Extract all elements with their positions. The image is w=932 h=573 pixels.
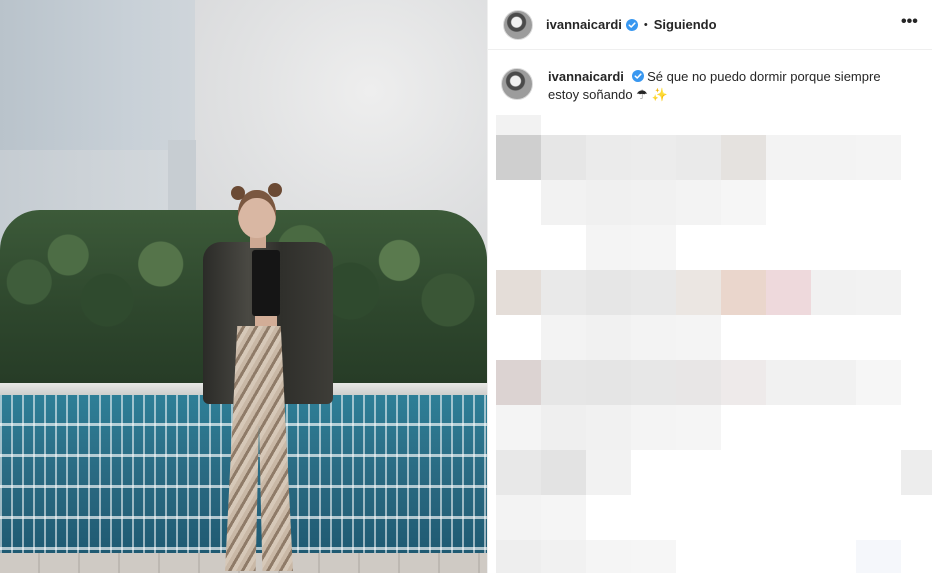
pixelated-block xyxy=(811,135,856,180)
pixelated-block xyxy=(811,360,856,405)
pixelated-block xyxy=(721,180,766,225)
pixelated-block xyxy=(541,360,586,405)
pixelated-block xyxy=(541,540,586,573)
pixelated-block xyxy=(541,405,586,450)
pixelated-block xyxy=(541,495,586,540)
pixelated-block xyxy=(901,450,932,495)
pixelated-block xyxy=(631,135,676,180)
pixelated-block xyxy=(496,540,541,573)
pixelated-block xyxy=(496,270,541,315)
pixelated-block xyxy=(586,135,631,180)
pixelated-block xyxy=(541,135,586,180)
pixelated-block xyxy=(856,540,901,573)
pixelated-block xyxy=(766,360,811,405)
pixelated-block xyxy=(721,270,766,315)
pixelated-block xyxy=(766,135,811,180)
person-figure xyxy=(195,180,340,573)
pixelated-block xyxy=(496,450,541,495)
pixelated-block xyxy=(586,450,631,495)
pixelated-block xyxy=(541,450,586,495)
author-avatar[interactable] xyxy=(503,9,533,40)
post-side-panel: ivannaicardi • Siguiendo ••• ivannaicard… xyxy=(487,0,932,573)
pixelated-block xyxy=(631,405,676,450)
hair-bun-right xyxy=(268,183,282,197)
caption-avatar[interactable] xyxy=(501,68,533,100)
pixelated-block xyxy=(631,315,676,360)
caption-body: ivannaicardi Sé que no puedo dormir porq… xyxy=(548,68,908,104)
pixelated-block xyxy=(586,225,631,270)
pixelated-block xyxy=(676,270,721,315)
pixelated-block xyxy=(541,270,586,315)
pixelated-block xyxy=(496,405,541,450)
pixelated-block xyxy=(721,135,766,180)
pixelated-block xyxy=(676,135,721,180)
pixelated-block xyxy=(856,135,901,180)
pixelated-block xyxy=(586,360,631,405)
pixelated-block xyxy=(676,180,721,225)
pixelated-block xyxy=(721,360,766,405)
head xyxy=(238,190,276,238)
pixelated-block xyxy=(856,360,901,405)
wall-panel xyxy=(0,0,195,175)
pixelated-block xyxy=(496,135,541,180)
pixelated-block xyxy=(586,315,631,360)
midriff xyxy=(255,316,277,326)
pixelated-block xyxy=(631,270,676,315)
pixelated-block xyxy=(811,270,856,315)
pixelated-block xyxy=(676,360,721,405)
post-photo[interactable] xyxy=(0,0,487,573)
pixelated-block xyxy=(631,180,676,225)
caption-comment: ivannaicardi Sé que no puedo dormir porq… xyxy=(501,68,921,104)
pixelated-block xyxy=(631,540,676,573)
pixelated-block xyxy=(631,225,676,270)
pixelated-block xyxy=(676,405,721,450)
pixelated-block xyxy=(631,360,676,405)
pixelated-block xyxy=(496,115,541,135)
pixelated-block xyxy=(586,180,631,225)
hair-bun-left xyxy=(231,186,245,200)
pixelated-block xyxy=(496,360,541,405)
pixelated-block xyxy=(676,315,721,360)
pixelated-block xyxy=(541,180,586,225)
pixelated-block xyxy=(586,270,631,315)
pixelated-block xyxy=(586,540,631,573)
header-separator: • xyxy=(643,18,648,31)
pixelated-block xyxy=(496,495,541,540)
more-options-icon[interactable]: ••• xyxy=(901,14,919,32)
pixelated-block xyxy=(856,270,901,315)
following-button[interactable]: Siguiendo xyxy=(654,17,717,32)
pixelated-block xyxy=(586,405,631,450)
black-top xyxy=(252,250,280,316)
verified-badge-icon xyxy=(631,70,644,82)
post-header: ivannaicardi • Siguiendo ••• xyxy=(488,0,932,50)
caption-username[interactable]: ivannaicardi xyxy=(548,69,624,84)
pixelated-block xyxy=(766,270,811,315)
pixelated-block xyxy=(541,315,586,360)
verified-badge-icon xyxy=(625,18,638,31)
author-username[interactable]: ivannaicardi xyxy=(546,17,622,32)
